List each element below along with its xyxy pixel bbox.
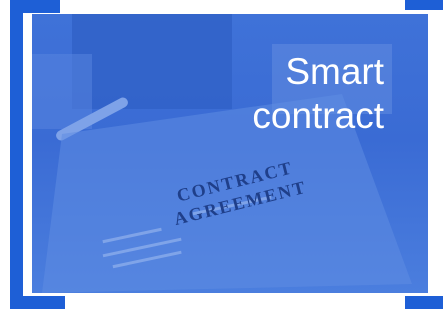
hero-title-line2: contract [252,95,384,136]
bracket-top-right-horizontal [405,0,443,10]
bracket-bottom-right-horizontal [405,296,443,309]
bracket-top-left-horizontal [10,0,60,13]
hero-title-line1: Smart [285,51,384,92]
hero-title: Smart contract [164,50,384,138]
person-arm-left [32,54,92,129]
bracket-bottom-left-horizontal [10,296,65,309]
hero-image-card: CONTRACT AGREEMENT Smart contract [32,14,428,293]
bracket-left-vertical [10,0,23,309]
